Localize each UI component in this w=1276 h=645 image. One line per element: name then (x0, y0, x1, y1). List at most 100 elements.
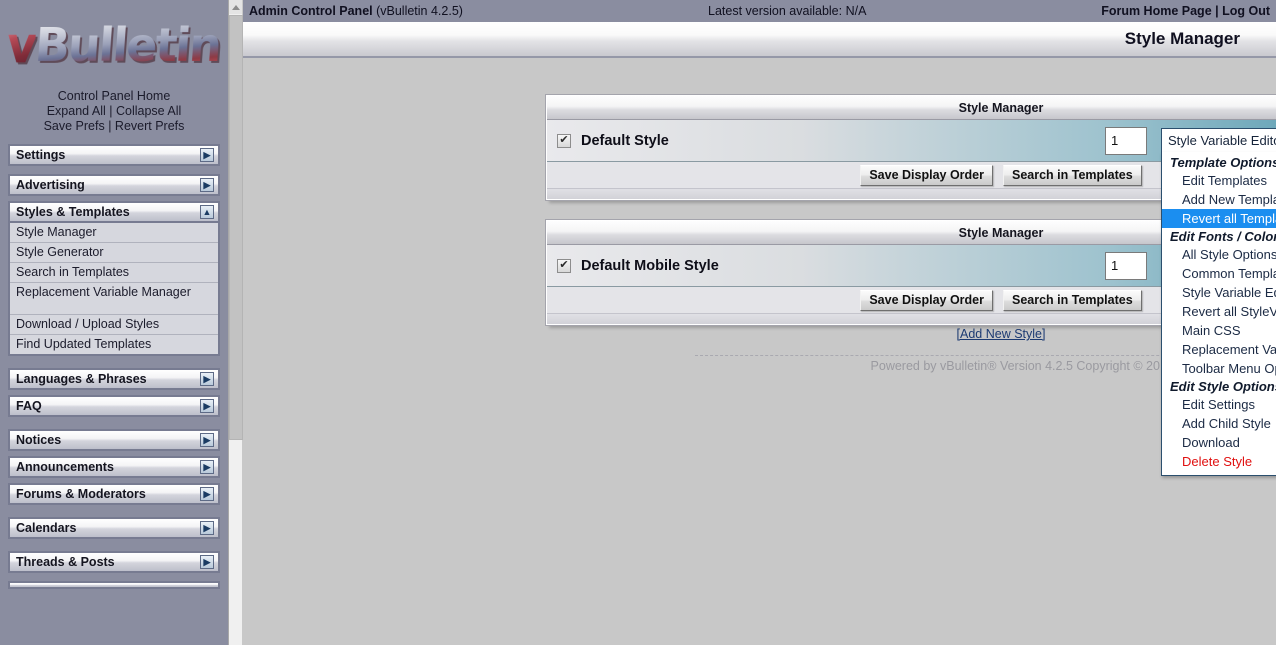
dropdown-item-download[interactable]: Download (1162, 433, 1276, 452)
sidebar-nav: Settings ▶ Advertising ▶ Styles & Templa… (0, 144, 228, 589)
sidebar-group-threads-posts[interactable]: Threads & Posts ▶ (8, 551, 220, 573)
sidebar-group-styles-templates[interactable]: Styles & Templates ▲ (8, 201, 220, 223)
dropdown-item-replacement-variables[interactable]: Replacement Variables (1162, 340, 1276, 359)
sidebar-subitems-styles-templates: Style Manager Style Generator Search in … (8, 223, 220, 356)
arrow-right-icon[interactable]: ▶ (200, 178, 214, 192)
sidebar-group-label: Notices (16, 433, 62, 447)
arrow-right-icon[interactable]: ▶ (200, 399, 214, 413)
main-content: Admin Control Panel (vBulletin 4.2.5) La… (243, 0, 1276, 645)
sidebar-group-label: Settings (16, 148, 66, 162)
arrow-right-icon[interactable]: ▶ (200, 460, 214, 474)
dropdown-item-add-new-template[interactable]: Add New Template (1162, 190, 1276, 209)
sidebar-group-calendars[interactable]: Calendars ▶ (8, 517, 220, 539)
cp-link-prefs[interactable]: Save Prefs | Revert Prefs (0, 119, 228, 134)
sidebar-scrollbar[interactable] (228, 0, 243, 645)
style-action-select-value: Style Variable Editor (1167, 133, 1276, 148)
sidebar-group-label: FAQ (16, 399, 42, 413)
link-separator: | (1211, 4, 1223, 18)
dropdown-item-add-child-style[interactable]: Add Child Style (1162, 414, 1276, 433)
dropdown-group-edit-style-options: Edit Style Options (1170, 379, 1276, 394)
style-name: Default Style (581, 132, 669, 149)
dropdown-item-delete-style[interactable]: Delete Style (1162, 452, 1276, 471)
sidebar-item-style-generator[interactable]: Style Generator (10, 243, 218, 263)
topbar-links: Forum Home Page | Log Out (1101, 4, 1270, 18)
sidebar-group-languages-phrases[interactable]: Languages & Phrases ▶ (8, 368, 220, 390)
panel-header-title: Style Manager (958, 100, 1044, 115)
page-title: Style Manager (243, 22, 1276, 58)
style-name: Default Mobile Style (581, 257, 719, 274)
acp-version-text: (vBulletin 4.2.5) (372, 4, 463, 18)
sidebar-item-replacement-variable-manager[interactable]: Replacement Variable Manager (10, 283, 218, 315)
arrow-right-icon[interactable]: ▶ (200, 555, 214, 569)
dropdown-group-edit-fonts-colors: Edit Fonts / Colors etc. (1170, 229, 1276, 244)
dropdown-item-main-css[interactable]: Main CSS (1162, 321, 1276, 340)
sidebar-group-label: Forums & Moderators (16, 487, 146, 501)
cp-link-home[interactable]: Control Panel Home (0, 89, 228, 104)
app-root: vBulletin Control Panel Home Expand All … (0, 0, 1276, 645)
control-panel-links: Control Panel Home Expand All | Collapse… (0, 88, 228, 144)
sidebar-group-announcements[interactable]: Announcements ▶ (8, 456, 220, 478)
vbulletin-logo: vBulletin (0, 0, 228, 88)
search-in-templates-button[interactable]: Search in Templates (1003, 164, 1142, 186)
sidebar-group-partial[interactable] (8, 581, 220, 589)
dropdown-item-edit-settings[interactable]: Edit Settings (1162, 395, 1276, 414)
sidebar-group-forums-moderators[interactable]: Forums & Moderators ▶ (8, 483, 220, 505)
sidebar-group-label: Calendars (16, 521, 77, 535)
style-action-select[interactable]: Style Variable Editor ▼ (1160, 127, 1276, 154)
save-display-order-button[interactable]: Save Display Order (860, 289, 993, 311)
arrow-right-icon[interactable]: ▶ (200, 372, 214, 386)
panel-header: Style Manager Help ? (547, 96, 1276, 120)
sidebar-group-notices[interactable]: Notices ▶ (8, 429, 220, 451)
dropdown-item-toolbar-menu-options[interactable]: Toolbar Menu Options (1162, 359, 1276, 378)
add-new-style-link[interactable]: [Add New Style] (957, 327, 1046, 341)
sidebar-group-advertising[interactable]: Advertising ▶ (8, 174, 220, 196)
scroll-up-arrow-icon[interactable] (229, 0, 242, 14)
forum-home-page-link[interactable]: Forum Home Page (1101, 4, 1211, 18)
sidebar-item-download-upload-styles[interactable]: Download / Upload Styles (10, 315, 218, 335)
sidebar-group-label: Styles & Templates (16, 205, 130, 219)
sidebar-group-label: Announcements (16, 460, 114, 474)
arrow-right-icon[interactable]: ▶ (200, 487, 214, 501)
sidebar-item-style-manager[interactable]: Style Manager (10, 223, 218, 243)
dropdown-item-common-templates[interactable]: Common Templates (1162, 264, 1276, 283)
panel-header-title: Style Manager (958, 225, 1044, 240)
style-action-dropdown-menu[interactable]: Template Options Edit Templates Add New … (1161, 152, 1276, 476)
sidebar-item-find-updated-templates[interactable]: Find Updated Templates (10, 335, 218, 354)
dropdown-item-style-variable-editor[interactable]: Style Variable Editor (1162, 283, 1276, 302)
dropdown-item-all-style-options[interactable]: All Style Options (1162, 245, 1276, 264)
logo-wordmark: vBulletin (5, 15, 222, 75)
dropdown-item-edit-templates[interactable]: Edit Templates (1162, 171, 1276, 190)
cp-link-expand-collapse[interactable]: Expand All | Collapse All (0, 104, 228, 119)
scroll-up-arrow-glyph (231, 4, 240, 10)
style-select-checkbox[interactable]: ✔ (557, 258, 571, 273)
logo-v-glyph: v (5, 15, 38, 75)
latest-version-status: Latest version available: N/A (708, 4, 867, 18)
display-order-input[interactable] (1104, 251, 1147, 280)
arrow-up-icon[interactable]: ▲ (200, 205, 214, 219)
sidebar-group-label: Advertising (16, 178, 85, 192)
search-in-templates-button[interactable]: Search in Templates (1003, 289, 1142, 311)
dropdown-item-revert-all-stylevars[interactable]: Revert all StyleVars (1162, 302, 1276, 321)
dropdown-group-template-options: Template Options (1170, 155, 1276, 170)
arrow-right-icon[interactable]: ▶ (200, 521, 214, 535)
arrow-right-icon[interactable]: ▶ (200, 433, 214, 447)
dropdown-item-revert-all-templates[interactable]: Revert all Templates (1162, 209, 1276, 228)
arrow-right-icon[interactable]: ▶ (200, 148, 214, 162)
display-order-input[interactable] (1104, 126, 1147, 155)
scrollbar-thumb[interactable] (229, 15, 243, 440)
acp-title-text: Admin Control Panel (249, 4, 373, 18)
log-out-link[interactable]: Log Out (1222, 4, 1270, 18)
sidebar-item-search-in-templates[interactable]: Search in Templates (10, 263, 218, 283)
top-bar: Admin Control Panel (vBulletin 4.2.5) La… (243, 0, 1276, 22)
sidebar-group-settings[interactable]: Settings ▶ (8, 144, 220, 166)
sidebar-group-faq[interactable]: FAQ ▶ (8, 395, 220, 417)
sidebar-group-label: Threads & Posts (16, 555, 115, 569)
save-display-order-button[interactable]: Save Display Order (860, 164, 993, 186)
style-select-checkbox[interactable]: ✔ (557, 133, 571, 148)
